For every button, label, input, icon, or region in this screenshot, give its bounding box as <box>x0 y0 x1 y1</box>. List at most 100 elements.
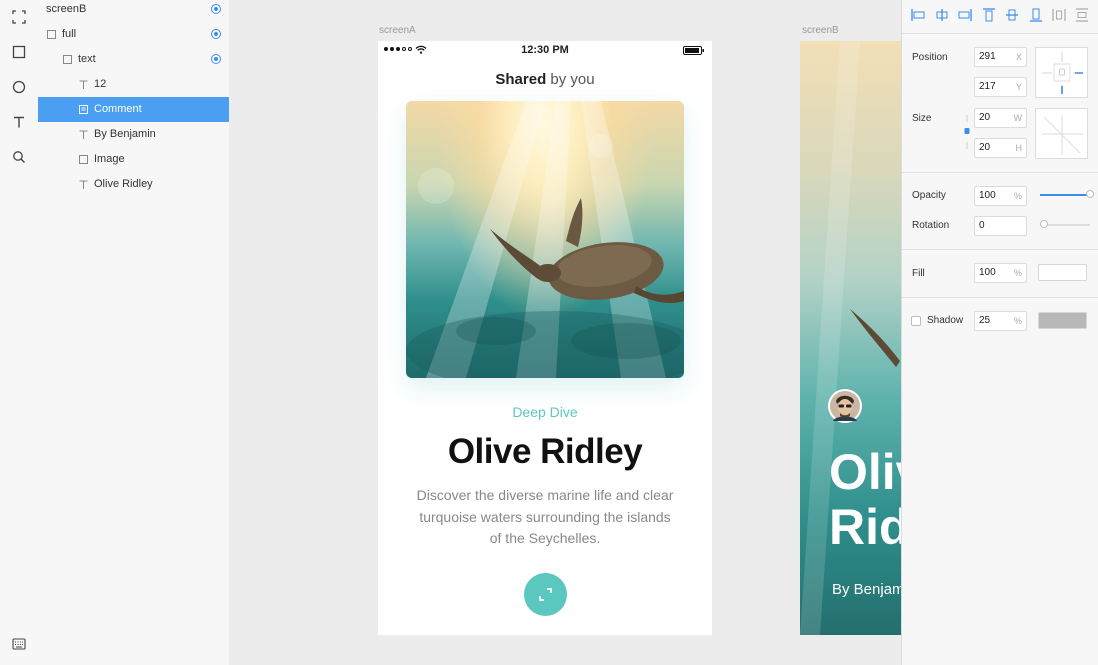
text-layer-icon <box>79 80 88 89</box>
separator <box>902 172 1098 173</box>
layer-label: Comment <box>94 103 142 115</box>
status-bar: 12:30 PM <box>378 41 712 59</box>
screenb-byline: By Benjamin <box>832 581 901 598</box>
align-bottom-icon[interactable] <box>1028 7 1044 23</box>
keyboard-icon[interactable] <box>8 633 30 655</box>
opacity-label: Opacity <box>912 190 946 201</box>
layer-label: full <box>62 28 77 40</box>
screenb-title: Olive Ridley <box>829 444 901 555</box>
layer-screenb[interactable]: screenB <box>38 0 229 22</box>
layer-label: 12 <box>94 78 107 90</box>
y-value: 217 <box>979 81 996 92</box>
resizing-control[interactable] <box>1035 108 1088 159</box>
shadow-label: Shadow <box>927 315 964 326</box>
frame-tool-icon[interactable] <box>8 6 30 28</box>
rotation-slider-knob[interactable] <box>1040 220 1048 228</box>
pin-diagram-icon <box>1042 52 1083 94</box>
status-time: 12:30 PM <box>521 44 569 56</box>
fill-opacity-field[interactable]: 100% <box>974 263 1027 283</box>
rectangle-tool-icon[interactable] <box>8 41 30 63</box>
align-right-icon[interactable] <box>957 7 973 23</box>
group-icon <box>47 30 56 39</box>
fill-unit: % <box>1013 268 1022 278</box>
opacity-slider[interactable] <box>1040 190 1094 198</box>
separator <box>902 297 1098 298</box>
shadow-checkbox[interactable] <box>911 316 921 326</box>
rotation-slider[interactable] <box>1040 220 1090 228</box>
alignment-toolbar <box>902 0 1098 34</box>
distribute-vertical-icon[interactable] <box>1074 7 1090 23</box>
x-value: 291 <box>979 51 996 62</box>
align-middle-vertical-icon[interactable] <box>1004 7 1020 23</box>
align-left-icon[interactable] <box>910 7 926 23</box>
turtle-photo <box>406 101 684 378</box>
pin-control[interactable] <box>1035 47 1088 98</box>
artboard-label-screenb[interactable]: screenB <box>802 25 839 36</box>
text-tool-icon[interactable] <box>8 111 30 133</box>
expand-icon <box>539 588 552 601</box>
artboard-screenb[interactable]: Olive Ridley By Benjamin <box>800 41 901 635</box>
inspector-panel: Position 291 X 217 Y Size 20 W 20 H Opacity … <box>901 0 1098 665</box>
layer-by-benjamin[interactable]: By Benjamin <box>38 122 229 147</box>
layer-12[interactable]: 12 <box>38 72 229 97</box>
fill-value: 100 <box>979 267 996 278</box>
opacity-slider-knob[interactable] <box>1086 190 1094 198</box>
lock-ratio-icon[interactable] <box>963 113 971 151</box>
layer-label: Olive Ridley <box>94 178 153 190</box>
header-rest: by you <box>546 71 595 88</box>
align-top-icon[interactable] <box>981 7 997 23</box>
rotation-field[interactable]: 0 <box>974 216 1027 236</box>
opacity-field[interactable]: 100% <box>974 186 1027 206</box>
fill-label: Fill <box>912 268 925 279</box>
y-unit: Y <box>1015 82 1022 92</box>
fill-color-swatch[interactable] <box>1038 264 1087 281</box>
layer-label: screenB <box>46 3 87 15</box>
align-center-horizontal-icon[interactable] <box>934 7 950 23</box>
opacity-unit: % <box>1013 191 1022 201</box>
rotation-label: Rotation <box>912 220 950 231</box>
avatar <box>828 389 862 423</box>
artboard-label-screena[interactable]: screenA <box>379 25 416 36</box>
resizing-diagram-icon <box>1042 115 1083 155</box>
visibility-icon[interactable] <box>211 29 221 39</box>
layer-full[interactable]: full <box>38 22 229 47</box>
position-label: Position <box>912 52 948 63</box>
width-field[interactable]: 20 W <box>974 108 1027 128</box>
width-value: 20 <box>979 112 991 123</box>
canvas[interactable]: screenA screenB 12:30 PM Shared by you D… <box>229 0 901 665</box>
layer-image[interactable]: Image <box>38 147 229 172</box>
layer-label: text <box>78 53 96 65</box>
x-field[interactable]: 291 X <box>974 47 1027 67</box>
layer-text[interactable]: text <box>38 47 229 72</box>
y-field[interactable]: 217 Y <box>974 77 1027 97</box>
height-field[interactable]: 20 H <box>974 138 1027 158</box>
visibility-icon[interactable] <box>211 54 221 64</box>
width-unit: W <box>1013 113 1023 123</box>
visibility-icon[interactable] <box>211 4 221 14</box>
article-title: Olive Ridley <box>447 432 643 471</box>
shadow-color-swatch[interactable] <box>1038 312 1087 329</box>
shadow-opacity-field[interactable]: 25% <box>974 311 1027 331</box>
tool-bar <box>0 0 39 665</box>
group-icon <box>63 55 72 64</box>
battery-icon <box>683 46 704 55</box>
shadow-value: 25 <box>979 315 991 326</box>
opacity-slider-fill <box>1040 194 1090 196</box>
rectangle-layer-icon <box>79 155 88 164</box>
zoom-tool-icon[interactable] <box>8 146 30 168</box>
opacity-value: 100 <box>979 190 996 201</box>
artboard-screena[interactable]: 12:30 PM Shared by you Deep Dive Olive R… <box>378 41 712 635</box>
distribute-horizontal-icon[interactable] <box>1051 7 1067 23</box>
layer-label: Image <box>94 153 125 165</box>
turtle-illustration <box>406 101 684 378</box>
symbol-icon <box>79 105 88 114</box>
screen-header: Shared by you <box>378 71 712 88</box>
expand-button[interactable] <box>524 573 567 616</box>
height-value: 20 <box>979 142 991 153</box>
avatar-face-icon <box>830 391 860 421</box>
separator <box>902 249 1098 250</box>
oval-tool-icon[interactable] <box>8 76 30 98</box>
shadow-unit: % <box>1013 316 1022 326</box>
layer-comment[interactable]: Comment <box>38 97 229 122</box>
layer-olive-ridley[interactable]: Olive Ridley <box>38 172 229 197</box>
